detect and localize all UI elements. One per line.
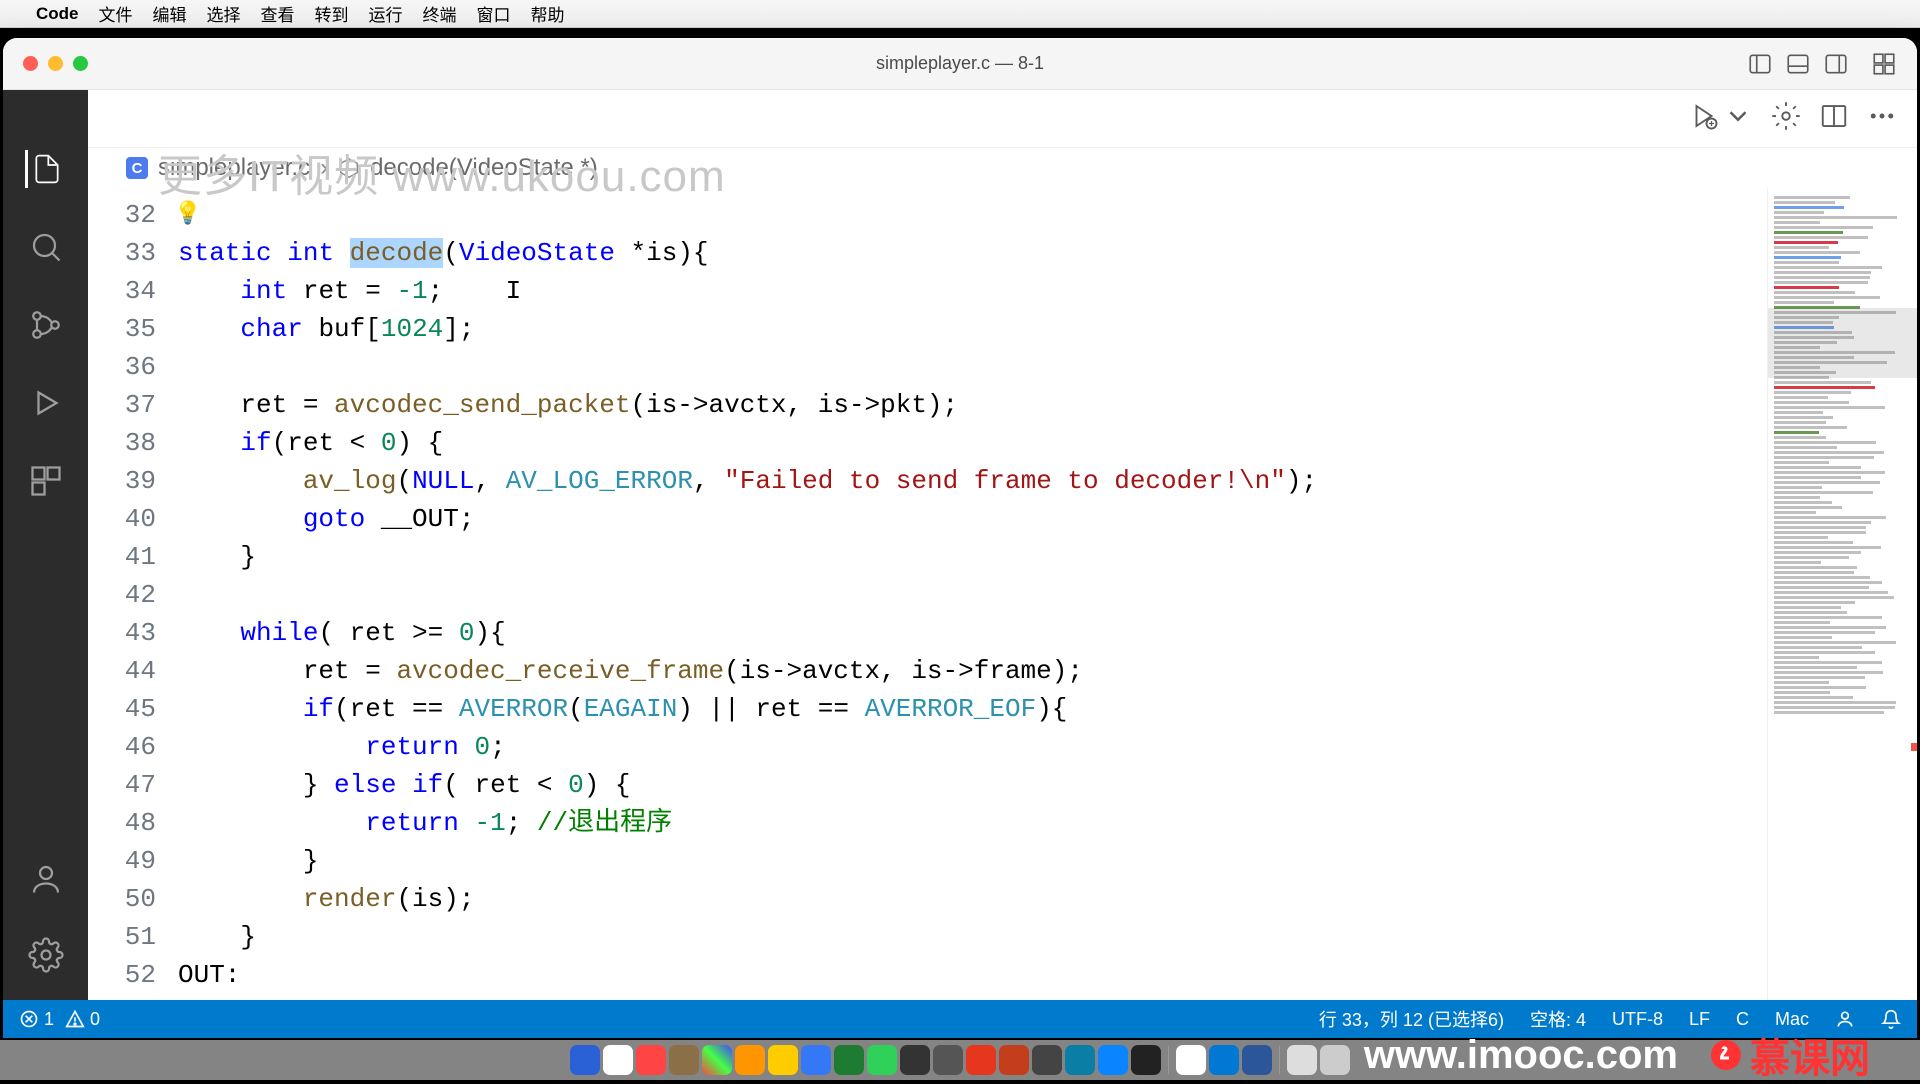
dock-app-icon[interactable] bbox=[603, 1045, 633, 1075]
dock-powerpoint-icon[interactable] bbox=[999, 1045, 1029, 1075]
activity-extensions-icon[interactable] bbox=[27, 462, 65, 500]
more-actions-icon[interactable] bbox=[1867, 101, 1897, 136]
dock-terminal-icon[interactable] bbox=[1131, 1045, 1161, 1075]
status-eol[interactable]: LF bbox=[1689, 1009, 1710, 1030]
minimap[interactable] bbox=[1767, 188, 1917, 1000]
activity-bar bbox=[3, 90, 88, 1000]
error-count: 1 bbox=[44, 1009, 54, 1030]
breadcrumb-symbol[interactable]: decode(VideoState *) bbox=[370, 154, 598, 182]
dock-divider bbox=[1279, 1046, 1280, 1074]
breadcrumb[interactable]: C simpleplayer.c › decode(VideoState *) bbox=[88, 148, 1917, 188]
status-cursor-position[interactable]: 行 33，列 12 (已选择6) bbox=[1319, 1006, 1504, 1032]
window-title: simpleplayer.c — 8-1 bbox=[876, 53, 1044, 74]
dock-trash-icon[interactable] bbox=[1320, 1045, 1350, 1075]
menu-file[interactable]: 文件 bbox=[99, 1, 133, 26]
line-number-gutter: 3233343536373839404142434445464748495051… bbox=[88, 188, 178, 1000]
breadcrumb-file[interactable]: simpleplayer.c bbox=[158, 154, 310, 182]
code-editor[interactable]: 3233343536373839404142434445464748495051… bbox=[88, 188, 1917, 1000]
status-indentation[interactable]: 空格: 4 bbox=[1530, 1006, 1586, 1032]
editor-tabs bbox=[88, 90, 1917, 148]
macos-menubar: Code 文件 编辑 选择 查看 转到 运行 终端 窗口 帮助 bbox=[0, 0, 1920, 28]
dock-app-icon[interactable] bbox=[1065, 1045, 1095, 1075]
activity-account-icon[interactable] bbox=[27, 860, 65, 898]
dock-launchpad-icon[interactable] bbox=[702, 1045, 732, 1075]
dock-folder-icon[interactable] bbox=[1287, 1045, 1317, 1075]
window-close-button[interactable] bbox=[23, 56, 38, 71]
panel-bottom-icon[interactable] bbox=[1783, 51, 1813, 77]
menu-edit[interactable]: 编辑 bbox=[153, 1, 187, 26]
window-maximize-button[interactable] bbox=[73, 56, 88, 71]
editor-area: 更多IT视频 www.ukoou.com bbox=[88, 90, 1917, 1000]
activity-debug-icon[interactable] bbox=[27, 384, 65, 422]
dock-excel-icon[interactable] bbox=[834, 1045, 864, 1075]
activity-search-icon[interactable] bbox=[27, 228, 65, 266]
window-titlebar: simpleplayer.c — 8-1 bbox=[3, 38, 1917, 90]
dock-app-icon[interactable] bbox=[867, 1045, 897, 1075]
dock-chrome-icon[interactable] bbox=[1176, 1045, 1206, 1075]
status-encoding[interactable]: UTF-8 bbox=[1612, 1009, 1663, 1030]
symbol-method-icon bbox=[338, 157, 360, 179]
watermark-url: www.imooc.com bbox=[1364, 1033, 1678, 1078]
dock-app-icon[interactable] bbox=[735, 1045, 765, 1075]
c-file-icon: C bbox=[126, 157, 148, 179]
status-bell-icon[interactable] bbox=[1881, 1009, 1901, 1029]
dock-vscode-icon[interactable] bbox=[1209, 1045, 1239, 1075]
settings-gear-icon[interactable] bbox=[1771, 101, 1801, 136]
activity-explorer-icon[interactable] bbox=[25, 150, 63, 188]
dock-app-icon[interactable] bbox=[933, 1045, 963, 1075]
warning-count: 0 bbox=[90, 1009, 100, 1030]
dock-app-icon[interactable] bbox=[669, 1045, 699, 1075]
activity-settings-icon[interactable] bbox=[27, 936, 65, 974]
dock-app-icon[interactable] bbox=[900, 1045, 930, 1075]
activity-scm-icon[interactable] bbox=[27, 306, 65, 344]
dock-divider bbox=[1168, 1046, 1169, 1074]
menu-window[interactable]: 窗口 bbox=[477, 1, 511, 26]
dock-app-icon[interactable] bbox=[801, 1045, 831, 1075]
menu-view[interactable]: 查看 bbox=[261, 1, 295, 26]
window-minimize-button[interactable] bbox=[48, 56, 63, 71]
run-debug-button[interactable] bbox=[1689, 101, 1719, 136]
dock-appstore-icon[interactable] bbox=[1098, 1045, 1128, 1075]
dock-app-icon[interactable] bbox=[768, 1045, 798, 1075]
window-controls bbox=[23, 56, 88, 71]
vscode-window: simpleplayer.c — 8-1 bbox=[3, 38, 1917, 1038]
dock-app-icon[interactable] bbox=[1032, 1045, 1062, 1075]
chevron-right-icon: › bbox=[320, 154, 328, 182]
dock-finder-icon[interactable] bbox=[570, 1045, 600, 1075]
panel-left-icon[interactable] bbox=[1745, 51, 1775, 77]
menu-selection[interactable]: 选择 bbox=[207, 1, 241, 26]
run-dropdown-icon[interactable] bbox=[1723, 101, 1753, 136]
split-editor-icon[interactable] bbox=[1819, 101, 1849, 136]
minimap-error-marker bbox=[1911, 743, 1917, 751]
status-problems[interactable]: 1 0 bbox=[19, 1009, 100, 1030]
dock-app-icon[interactable] bbox=[966, 1045, 996, 1075]
menu-help[interactable]: 帮助 bbox=[531, 1, 565, 26]
layout-customize-icon[interactable] bbox=[1869, 51, 1899, 77]
menu-terminal[interactable]: 终端 bbox=[423, 1, 457, 26]
menu-go[interactable]: 转到 bbox=[315, 1, 349, 26]
app-menu[interactable]: Code bbox=[36, 4, 79, 24]
menu-run[interactable]: 运行 bbox=[369, 1, 403, 26]
dock-word-icon[interactable] bbox=[1242, 1045, 1272, 1075]
watermark-brand: 慕课网 bbox=[1708, 1026, 1870, 1084]
minimap-slider[interactable] bbox=[1768, 308, 1917, 378]
bottom-watermark: www.imooc.com 慕课网 bbox=[1364, 1030, 1870, 1080]
panel-right-icon[interactable] bbox=[1821, 51, 1851, 77]
dock-app-icon[interactable] bbox=[636, 1045, 666, 1075]
code-content[interactable]: 💡static int decode(VideoState *is){ int … bbox=[178, 188, 1767, 1000]
